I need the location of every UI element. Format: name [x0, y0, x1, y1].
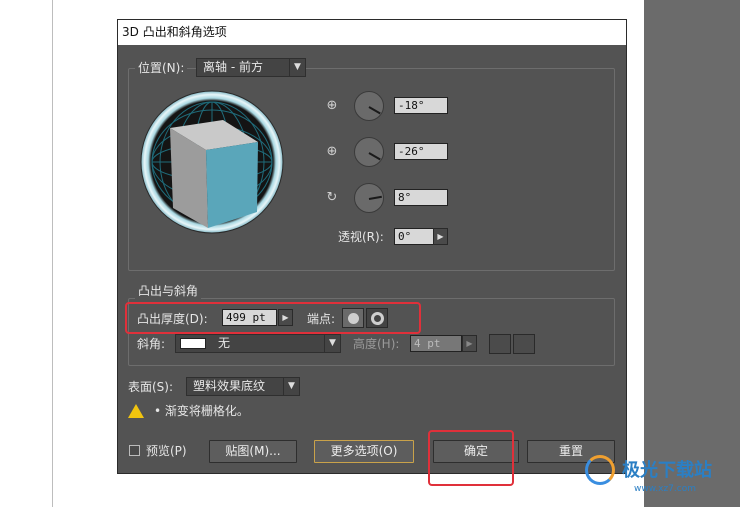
preview-label: 预览(P) — [146, 444, 187, 458]
bevel-dropdown[interactable]: 无 ▼ — [175, 334, 341, 353]
position-label: 位置(N): — [135, 60, 188, 76]
more-options-button[interactable]: 更多选项(O) — [314, 440, 414, 463]
annotation-highlight-extrude — [125, 302, 421, 334]
bevel-swatch — [180, 338, 206, 349]
rotation-y-dial[interactable] — [354, 137, 384, 167]
chevron-down-icon: ▼ — [283, 378, 299, 395]
chevron-down-icon: ▼ — [324, 335, 340, 352]
rotation-z-dial[interactable] — [354, 183, 384, 213]
dialog-title: 3D 凸出和斜角选项 — [118, 20, 626, 45]
horizontal-axis-icon: ⊕ — [326, 98, 338, 113]
surface-dropdown-value: 塑料效果底纹 — [193, 379, 266, 393]
surface-dropdown[interactable]: 塑料效果底纹 ▼ — [186, 377, 300, 396]
position-dropdown-value: 离轴 - 前方 — [203, 60, 263, 74]
perspective-label: 透视(R): — [338, 230, 384, 244]
annotation-highlight-ok — [428, 430, 514, 486]
track-cube-widget[interactable] — [140, 90, 284, 234]
watermark-logo — [585, 455, 615, 485]
bevel-height-label: 高度(H): — [353, 337, 400, 351]
bevel-height-input[interactable]: 4 pt — [410, 335, 462, 352]
bevel-out-button[interactable] — [489, 334, 511, 354]
bevel-height-stepper[interactable]: ▶ — [462, 335, 477, 352]
perspective-input[interactable]: 0° — [394, 228, 434, 245]
canvas-background — [644, 0, 740, 507]
warning-text: • 渐变将栅格化。 — [154, 404, 249, 418]
map-button[interactable]: 贴图(M)... — [209, 440, 297, 463]
bevel-dropdown-value: 无 — [218, 336, 231, 350]
rotate-axis-icon: ↻ — [326, 190, 338, 205]
surface-label: 表面(S): — [128, 380, 174, 394]
rotation-x-dial[interactable] — [354, 91, 384, 121]
preview-checkbox[interactable] — [129, 445, 140, 456]
warning-icon — [128, 404, 144, 418]
rotation-y-input[interactable]: -26° — [394, 143, 448, 160]
watermark-url: www.xz7.com — [634, 484, 696, 494]
position-dropdown[interactable]: 离轴 - 前方 ▼ — [196, 58, 306, 77]
rotation-z-input[interactable]: 8° — [394, 189, 448, 206]
rotation-x-input[interactable]: -18° — [394, 97, 448, 114]
watermark-title: 极光下载站 — [622, 460, 712, 481]
bevel-in-button[interactable] — [513, 334, 535, 354]
chevron-down-icon: ▼ — [289, 59, 305, 76]
extrude-legend: 凸出与斜角 — [135, 283, 202, 299]
3d-extrude-dialog: 3D 凸出和斜角选项 位置(N): 离轴 - 前方 ▼ ⊕ -18° ⊕ -26… — [117, 19, 627, 486]
page-border — [52, 0, 53, 507]
vertical-axis-icon: ⊕ — [326, 144, 338, 159]
perspective-stepper[interactable]: ▶ — [433, 228, 448, 245]
bevel-label: 斜角: — [137, 337, 166, 351]
